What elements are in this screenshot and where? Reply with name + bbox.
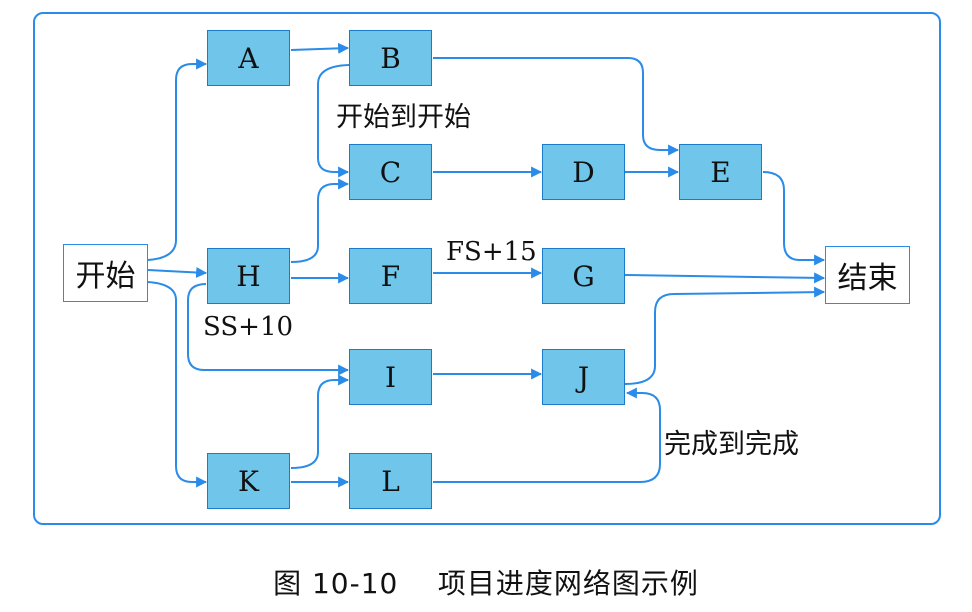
edge-a-b <box>290 42 350 54</box>
edge-start-a <box>147 58 208 261</box>
node-h: H <box>207 248 290 304</box>
edge-start-h <box>147 266 208 278</box>
edge-l-j <box>433 387 661 483</box>
figure-caption: 图 10-10 项目进度网络图示例 <box>273 567 699 600</box>
node-i: I <box>349 349 432 405</box>
node-g: G <box>542 248 625 304</box>
node-f: F <box>349 248 432 304</box>
node-b: B <box>349 30 432 86</box>
edge-k-i <box>290 374 350 469</box>
edge-e-end <box>762 171 826 266</box>
label-ss-10: SS+10 <box>203 312 294 342</box>
node-start: 开始 <box>63 244 148 302</box>
edge-j-end <box>624 286 826 385</box>
node-l: L <box>349 453 432 509</box>
node-k: K <box>207 453 290 509</box>
arrow-layer <box>147 42 826 488</box>
node-end: 结束 <box>825 246 910 304</box>
edge-h-c <box>290 178 350 263</box>
edge-g-end <box>624 272 826 284</box>
node-d: D <box>542 144 625 200</box>
node-a: A <box>207 30 290 86</box>
node-j: J <box>542 349 625 405</box>
node-c: C <box>349 144 432 200</box>
label-fs-15: FS+15 <box>446 237 537 267</box>
node-e: E <box>679 144 762 200</box>
edge-start-k <box>147 281 208 488</box>
label-start-to-start: 开始到开始 <box>336 102 471 133</box>
label-finish-to-finish: 完成到完成 <box>664 429 799 460</box>
